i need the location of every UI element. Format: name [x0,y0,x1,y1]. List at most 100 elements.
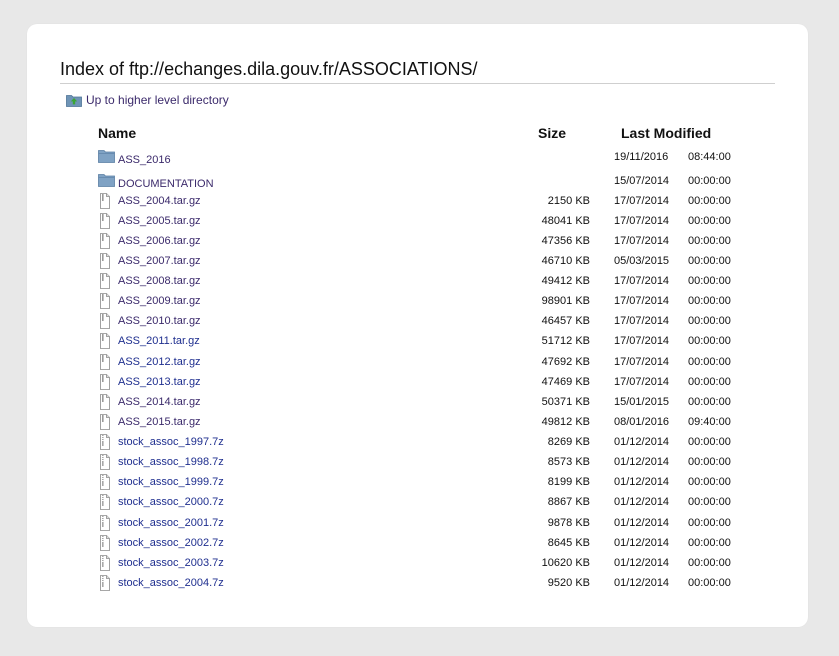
modified-time: 09:40:00 [688,416,731,428]
file-row: ASS_2011.tar.gz 51712 KB 17/07/2014 00:00:0… [98,332,758,352]
file-size: 46457 KB [541,315,590,327]
modified-time: 00:00:00 [688,557,731,569]
file-link[interactable]: ASS_2013.tar.gz [118,376,201,388]
file-row: ASS_2015.tar.gz 49812 KB 08/01/2016 09:40:0… [98,413,758,433]
file-size: 49812 KB [541,416,590,428]
file-link[interactable]: ASS_2009.tar.gz [118,295,201,307]
modified-date: 17/07/2014 [614,235,670,247]
file-link[interactable]: stock_assoc_2001.7z [118,517,224,529]
up-directory-label: Up to higher level directory [86,93,229,107]
file-icon [98,193,112,214]
file-icon [98,374,112,395]
file-size: 8269 KB [547,436,590,448]
modified-time: 00:00:00 [688,376,731,388]
file-link[interactable]: ASS_2006.tar.gz [118,235,201,247]
file-link[interactable]: stock_assoc_2002.7z [118,537,224,549]
file-icon [98,293,112,314]
file-row: stock_assoc_2004.7z 9520 KB 01/12/2014 00:0… [98,574,758,594]
file-link[interactable]: stock_assoc_1999.7z [118,476,224,488]
file-row: stock_assoc_1998.7z 8573 KB 01/12/2014 00:0… [98,453,758,473]
file-link[interactable]: ASS_2007.tar.gz [118,255,201,267]
file-link[interactable]: stock_assoc_1997.7z [118,436,224,448]
modified-time: 00:00:00 [688,456,731,468]
file-link[interactable]: ASS_2008.tar.gz [118,275,201,287]
modified-date: 08/01/2016 [614,416,670,428]
modified-date: 19/11/2016 [614,151,669,163]
file-size: 47692 KB [541,356,590,368]
modified-time: 00:00:00 [688,215,731,227]
file-row: ASS_2010.tar.gz 46457 KB 17/07/2014 00:00:0… [98,312,758,332]
modified-date: 17/07/2014 [614,275,670,287]
file-size: 10620 KB [541,557,590,569]
file-link[interactable]: ASS_2005.tar.gz [118,215,201,227]
folder-link[interactable]: ASS_2016 [118,154,171,166]
modified-date: 01/12/2014 [614,517,670,529]
file-link[interactable]: ASS_2011.tar.gz [118,335,200,347]
file-link[interactable]: ASS_2004.tar.gz [118,195,201,207]
modified-date: 17/07/2014 [614,376,670,388]
file-row: ASS_2008.tar.gz 49412 KB 17/07/2014 00:00:0… [98,272,758,292]
folder-link[interactable]: DOCUMENTATION [118,178,214,190]
file-icon [98,253,112,274]
file-icon [98,273,112,294]
folder-icon [98,173,115,192]
modified-date: 05/03/2015 [614,255,670,267]
file-size: 47469 KB [541,376,590,388]
file-size: 47356 KB [541,235,590,247]
file-link[interactable]: stock_assoc_2004.7z [118,577,224,589]
file-row: ASS_2006.tar.gz 47356 KB 17/07/2014 00:00:0… [98,232,758,252]
file-link[interactable]: ASS_2015.tar.gz [118,416,201,428]
file-size: 49412 KB [541,275,590,287]
modified-time: 00:00:00 [688,517,731,529]
modified-time: 00:00:00 [688,436,731,448]
modified-date: 17/07/2014 [614,335,670,347]
modified-time: 00:00:00 [688,476,731,488]
column-header-size: Size [538,125,567,141]
archive-file-icon [98,474,112,495]
file-link[interactable]: stock_assoc_2003.7z [118,557,224,569]
file-size: 50371 KB [541,396,590,408]
file-link[interactable]: stock_assoc_1998.7z [118,456,224,468]
file-row: stock_assoc_2000.7z 8867 KB 01/12/2014 00:0… [98,493,758,513]
file-size: 8573 KB [547,456,590,468]
file-size: 2150 KB [547,195,590,207]
modified-date: 17/07/2014 [614,195,670,207]
file-link[interactable]: ASS_2014.tar.gz [118,396,201,408]
modified-time: 00:00:00 [688,275,731,287]
file-size: 46710 KB [541,255,590,267]
modified-time: 08:44:00 [688,151,731,163]
page-title: Index of ftp://echanges.dila.gouv.fr/ASS… [60,58,775,84]
modified-time: 00:00:00 [688,396,731,408]
file-icon [98,333,112,354]
modified-time: 00:00:00 [688,175,731,187]
file-size: 51712 KB [541,335,590,347]
archive-file-icon [98,535,112,556]
modified-time: 00:00:00 [688,537,731,549]
modified-time: 00:00:00 [688,335,731,347]
file-row: stock_assoc_1997.7z 8269 KB 01/12/2014 00:0… [98,433,758,453]
file-icon [98,313,112,334]
file-row: ASS_2005.tar.gz 48041 KB 17/07/2014 00:00:0… [98,212,758,232]
file-link[interactable]: ASS_2010.tar.gz [118,315,201,327]
modified-time: 00:00:00 [688,577,731,589]
file-row: ASS_2009.tar.gz 98901 KB 17/07/2014 00:00:0… [98,292,758,312]
file-icon [98,213,112,234]
archive-file-icon [98,515,112,536]
file-row: ASS_2013.tar.gz 47469 KB 17/07/2014 00:00:0… [98,373,758,393]
file-icon [98,414,112,435]
modified-date: 01/12/2014 [614,577,670,589]
modified-date: 17/07/2014 [614,356,670,368]
modified-date: 01/12/2014 [614,496,670,508]
file-link[interactable]: ASS_2012.tar.gz [118,356,201,368]
column-header-name: Name [98,125,137,141]
modified-date: 17/07/2014 [614,295,670,307]
file-size: 98901 KB [541,295,590,307]
archive-file-icon [98,575,112,596]
modified-time: 00:00:00 [688,255,731,267]
file-row: stock_assoc_1999.7z 8199 KB 01/12/2014 00:0… [98,473,758,493]
file-size: 9520 KB [547,577,590,589]
up-directory-link[interactable]: Up to higher level directory [66,92,229,108]
file-link[interactable]: stock_assoc_2000.7z [118,496,224,508]
folder-up-icon [66,95,82,107]
folder-icon [98,149,115,168]
